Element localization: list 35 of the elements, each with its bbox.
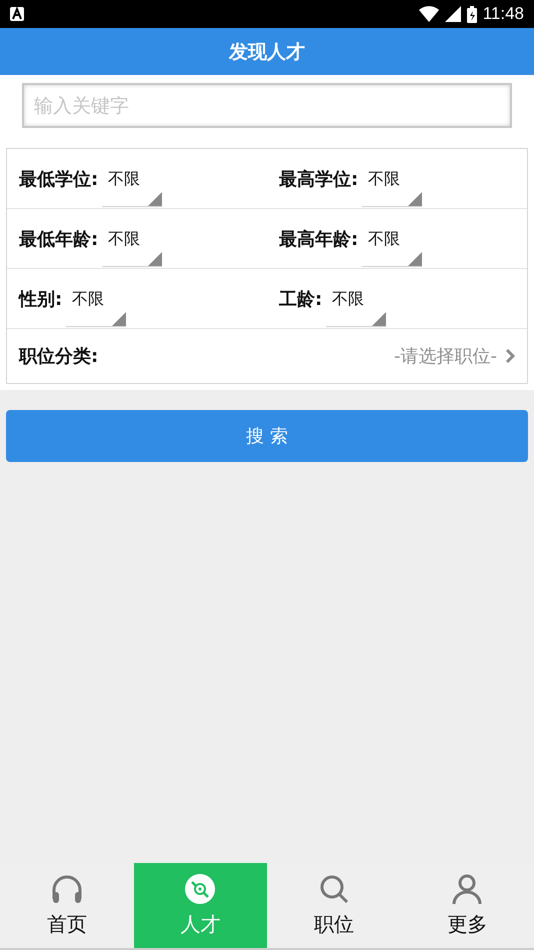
nav-tab[interactable]: 首页 [0, 863, 134, 948]
search-button[interactable]: 搜 索 [6, 410, 528, 462]
filter-label: 最高年龄: [279, 228, 358, 250]
filter-dropdown[interactable]: 不限 [362, 164, 422, 206]
filter-dropdown[interactable]: 不限 [362, 224, 422, 266]
dropdown-corner-icon [408, 192, 422, 206]
filter-dropdown[interactable]: 不限 [66, 284, 126, 326]
app-notification-icon [10, 7, 24, 21]
search-icon [318, 873, 350, 905]
dropdown-corner-icon [148, 192, 162, 206]
battery-icon [466, 6, 477, 22]
person-icon [451, 873, 484, 905]
chevron-right-icon [505, 348, 515, 364]
filter-label: 最低年龄: [19, 228, 98, 250]
disc-icon [184, 873, 216, 905]
filter-label: 最低学位: [19, 168, 98, 190]
signal-icon [444, 6, 461, 22]
filter-dropdown[interactable]: 不限 [102, 224, 162, 266]
dropdown-corner-icon [148, 252, 162, 266]
dropdown-corner-icon [372, 312, 386, 326]
nav-tab[interactable]: 职位 [267, 863, 400, 948]
status-time: 11:48 [482, 4, 524, 24]
page-title: 发现人才 [229, 40, 305, 64]
wifi-icon [418, 6, 439, 22]
nav-tab[interactable]: 更多 [400, 863, 534, 948]
category-label: 职位分类: [19, 345, 98, 368]
filter-dropdown[interactable]: 不限 [326, 284, 386, 326]
filter-label: 最高学位: [279, 168, 358, 190]
dropdown-corner-icon [408, 252, 422, 266]
keyword-search-field[interactable]: 输入关键字 [22, 83, 512, 128]
headphones-icon [50, 873, 84, 905]
dropdown-corner-icon [112, 312, 126, 326]
filter-dropdown[interactable]: 不限 [102, 164, 162, 206]
filter-label: 工龄: [279, 288, 322, 310]
filter-label: 性别: [19, 288, 62, 310]
